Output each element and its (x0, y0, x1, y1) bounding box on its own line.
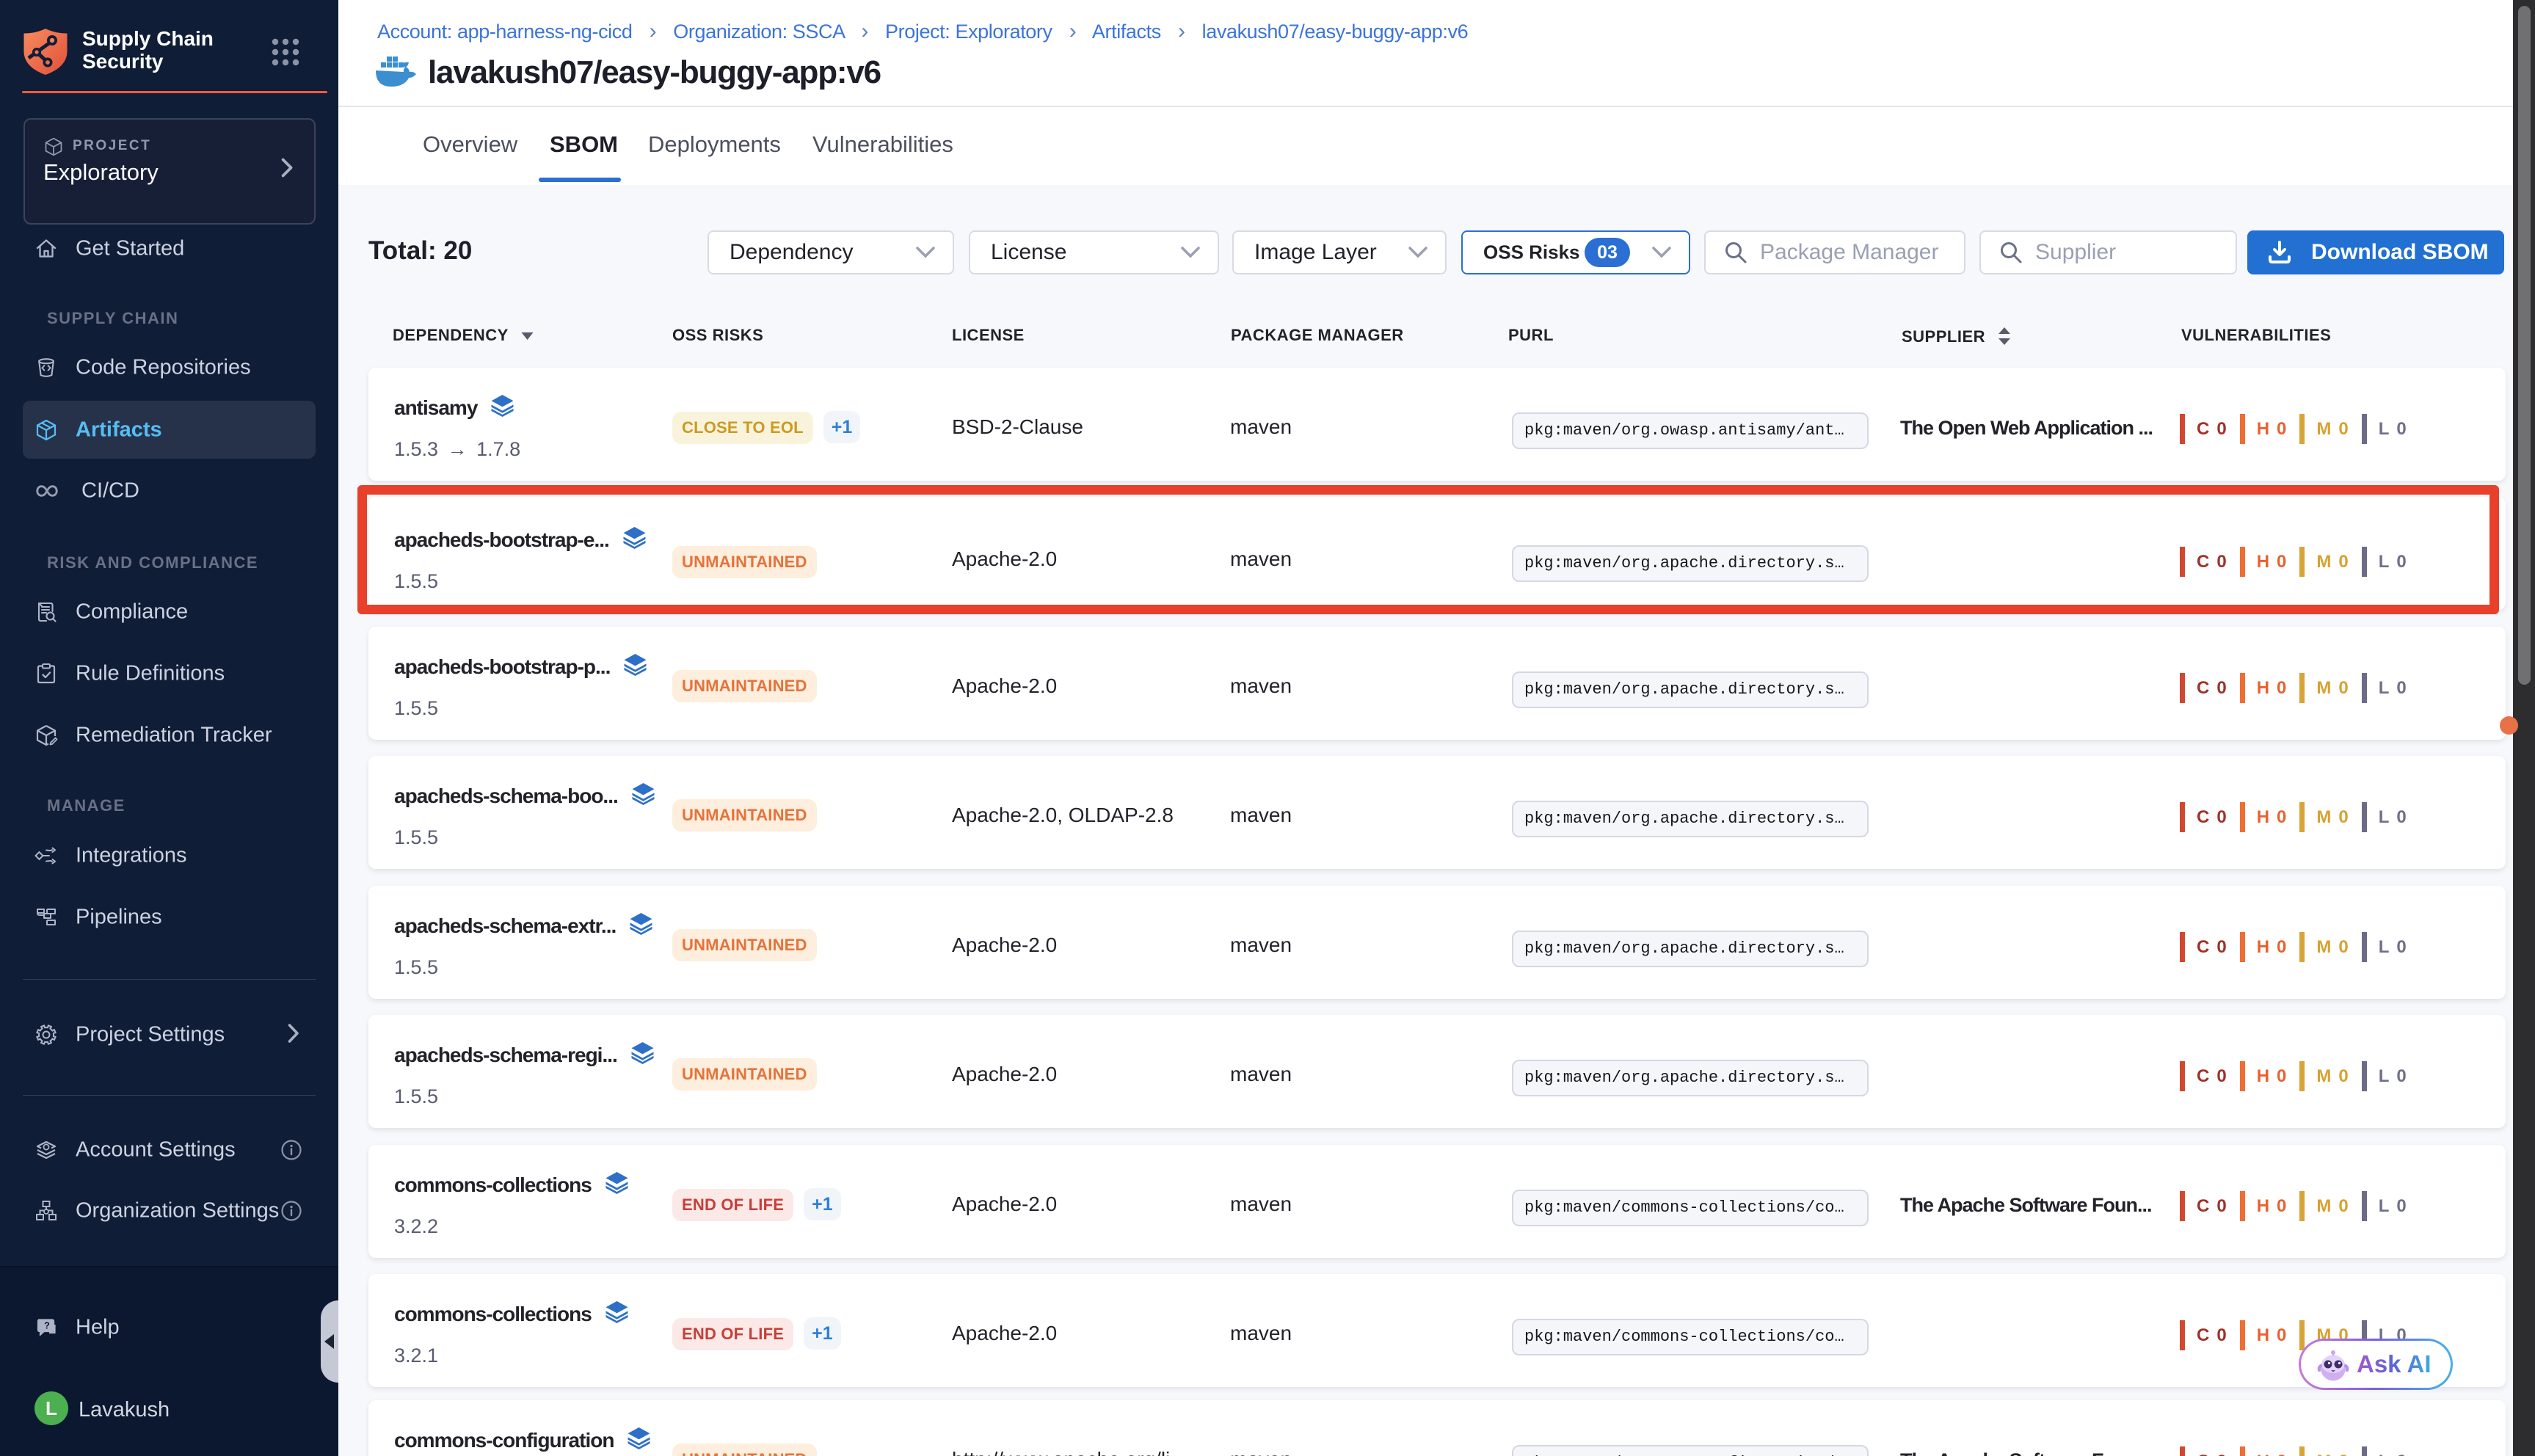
svg-text:?: ? (44, 1320, 50, 1331)
